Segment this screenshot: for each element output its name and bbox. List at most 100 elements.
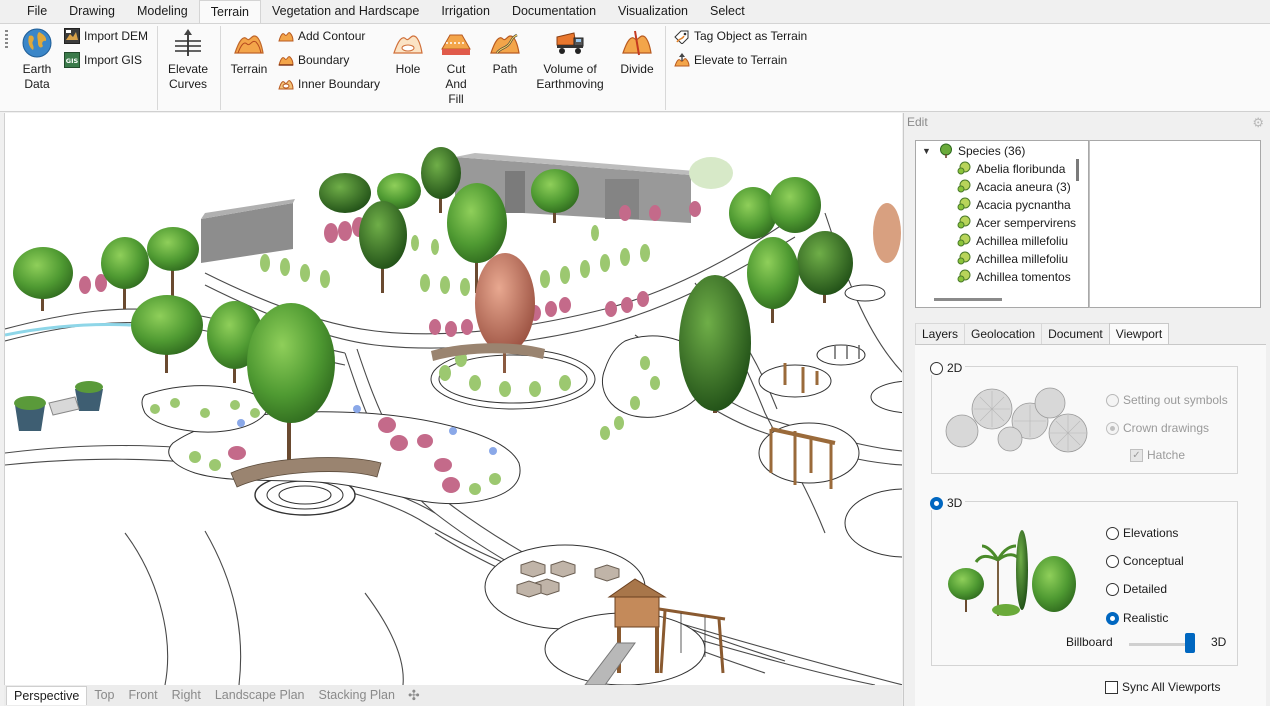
divide-button[interactable]: Divide [619, 27, 655, 77]
view-tab-stacking-plan[interactable]: Stacking Plan [312, 686, 402, 705]
detailed-radio[interactable]: Detailed [1106, 582, 1167, 596]
tab-visualization[interactable]: Visualization [607, 0, 699, 23]
cut-fill-label-3: Fill [448, 92, 464, 106]
view-tab-right[interactable]: Right [165, 686, 208, 705]
ribbon-grip-handle[interactable] [5, 30, 8, 48]
tree-item[interactable]: Acer sempervirens [956, 214, 1076, 232]
elevations-radio[interactable]: Elevations [1106, 526, 1178, 540]
crown-drawings-radio[interactable]: Crown drawings [1106, 421, 1209, 435]
mode-3d-radio[interactable]: 3D [930, 496, 966, 510]
tag-object-label: Tag Object as Terrain [694, 29, 808, 43]
tab-terrain[interactable]: Terrain [198, 0, 261, 23]
crown-drawings-preview [945, 387, 1088, 453]
terrain-button[interactable]: Terrain [230, 27, 268, 77]
view-tab-landscape-plan[interactable]: Landscape Plan [208, 686, 312, 705]
billboard-3d-slider-thumb[interactable] [1185, 633, 1195, 653]
tab-document[interactable]: Document [1041, 323, 1110, 344]
plant-icon [957, 215, 971, 229]
tree-root-label: Species (36) [958, 144, 1026, 158]
earth-data-label-2: Data [24, 77, 50, 91]
divide-label: Divide [620, 62, 654, 76]
conceptual-label: Conceptual [1123, 554, 1184, 568]
path-button[interactable]: Path [488, 27, 522, 77]
tab-geolocation[interactable]: Geolocation [964, 323, 1043, 344]
tab-documentation[interactable]: Documentation [501, 0, 607, 23]
plant-icon [957, 197, 971, 211]
tab-modeling[interactable]: Modeling [126, 0, 199, 23]
view-tab-front[interactable]: Front [121, 686, 164, 705]
import-gis-button[interactable]: GIS Import GIS [64, 50, 142, 70]
tab-select[interactable]: Select [699, 0, 756, 23]
tab-drawing[interactable]: Drawing [58, 0, 126, 23]
radio-indicator [930, 361, 943, 375]
cut-and-fill-button[interactable]: Cut And Fill [439, 27, 473, 107]
setting-out-label: Setting out symbols [1123, 393, 1228, 407]
boundary-button[interactable]: Boundary [278, 50, 349, 70]
boundary-label: Boundary [298, 53, 350, 67]
conceptual-radio[interactable]: Conceptual [1106, 554, 1184, 568]
tab-irrigation[interactable]: Irrigation [430, 0, 501, 23]
plant-icon [957, 269, 971, 283]
gear-icon[interactable]: ⚙ [1252, 115, 1264, 131]
tree-item[interactable]: Acacia pycnantha [956, 196, 1071, 214]
tab-layers[interactable]: Layers [915, 323, 966, 344]
radio-indicator [930, 496, 943, 510]
tab-file[interactable]: File [16, 0, 58, 23]
tag-icon [674, 30, 689, 44]
radio-indicator [1106, 582, 1119, 596]
elevate-curves-icon [175, 29, 201, 56]
mode-2d-label: 2D [947, 361, 963, 375]
tree-item[interactable]: Acacia aneura (3) [956, 178, 1071, 196]
tree-horizontal-scrollbar[interactable] [934, 298, 1002, 301]
realistic-radio[interactable]: Realistic [1106, 611, 1168, 625]
tree-item-label: Abelia floribunda [976, 162, 1066, 176]
slider-billboard-label: Billboard [1066, 635, 1113, 649]
2d-options-group: Setting out symbols Crown drawings ✓ Hat… [931, 366, 1238, 474]
inner-boundary-button[interactable]: Inner Boundary [278, 74, 380, 94]
tree-item[interactable]: Achillea tomentos [956, 268, 1071, 286]
tree-item-label: Acacia pycnantha [976, 198, 1071, 212]
mode-3d-label: 3D [947, 496, 963, 510]
checkbox-box [1105, 680, 1118, 694]
view-tab-perspective[interactable]: Perspective [6, 686, 88, 705]
elevate-curves-button[interactable]: Elevate Curves [166, 27, 210, 92]
edit-panel: Edit ⚙ ▼ Species (36) Abelia floribunda … [903, 113, 1270, 706]
elevate-curves-label-1: Elevate [167, 62, 209, 76]
ribbon-tab-bar: File Drawing Modeling Terrain Vegetation… [0, 0, 1270, 23]
sync-label: Sync All Viewports [1122, 680, 1221, 694]
elevate-to-terrain-label: Elevate to Terrain [694, 53, 788, 67]
add-view-tab-icon[interactable]: ✣ [402, 687, 426, 704]
hole-button[interactable]: Hole [391, 27, 425, 77]
tab-vegetation-hardscape[interactable]: Vegetation and Hardscape [261, 0, 430, 23]
mode-2d-radio[interactable]: 2D [930, 361, 966, 375]
cut-fill-label-1: Cut [446, 62, 466, 76]
viewport-settings-content: Setting out symbols Crown drawings ✓ Hat… [915, 344, 1266, 706]
sync-all-viewports-checkbox[interactable]: Sync All Viewports [1105, 680, 1221, 694]
elevate-to-terrain-button[interactable]: Elevate to Terrain [674, 50, 787, 70]
view-tab-top[interactable]: Top [87, 686, 121, 705]
add-contour-label: Add Contour [298, 29, 366, 43]
tree-item[interactable]: Achillea millefoliu [956, 232, 1068, 250]
hatche-checkbox[interactable]: ✓ Hatche [1130, 448, 1185, 462]
tree-item[interactable]: Abelia floribunda [956, 160, 1065, 178]
earth-data-button[interactable]: Earth Data [20, 27, 54, 92]
tab-viewport[interactable]: Viewport [1108, 323, 1170, 345]
radio-indicator [1106, 526, 1119, 540]
species-detail-pane [1089, 140, 1261, 308]
species-tree[interactable]: ▼ Species (36) Abelia floribunda Acacia … [915, 140, 1089, 308]
volume-earthmoving-button[interactable]: Volume of Earthmoving [533, 27, 607, 92]
terrain-label: Terrain [230, 62, 268, 76]
add-contour-button[interactable]: Add Contour [278, 26, 365, 46]
import-dem-button[interactable]: Import DEM [64, 26, 148, 46]
gis-icon: GIS [64, 52, 80, 68]
chevron-down-icon[interactable]: ▼ [922, 146, 932, 156]
tag-object-terrain-button[interactable]: Tag Object as Terrain [674, 26, 807, 46]
setting-out-symbols-radio[interactable]: Setting out symbols [1106, 393, 1228, 407]
elevate-curves-label-2: Curves [168, 77, 207, 91]
perspective-viewport[interactable] [4, 113, 902, 685]
tree-root-species[interactable]: ▼ Species (36) [916, 142, 1025, 160]
cut-fill-icon [441, 34, 471, 55]
tree-item[interactable]: Achillea millefoliu [956, 250, 1068, 268]
tree-vertical-scrollbar[interactable] [1076, 159, 1079, 181]
tree-species-icon [940, 143, 952, 158]
